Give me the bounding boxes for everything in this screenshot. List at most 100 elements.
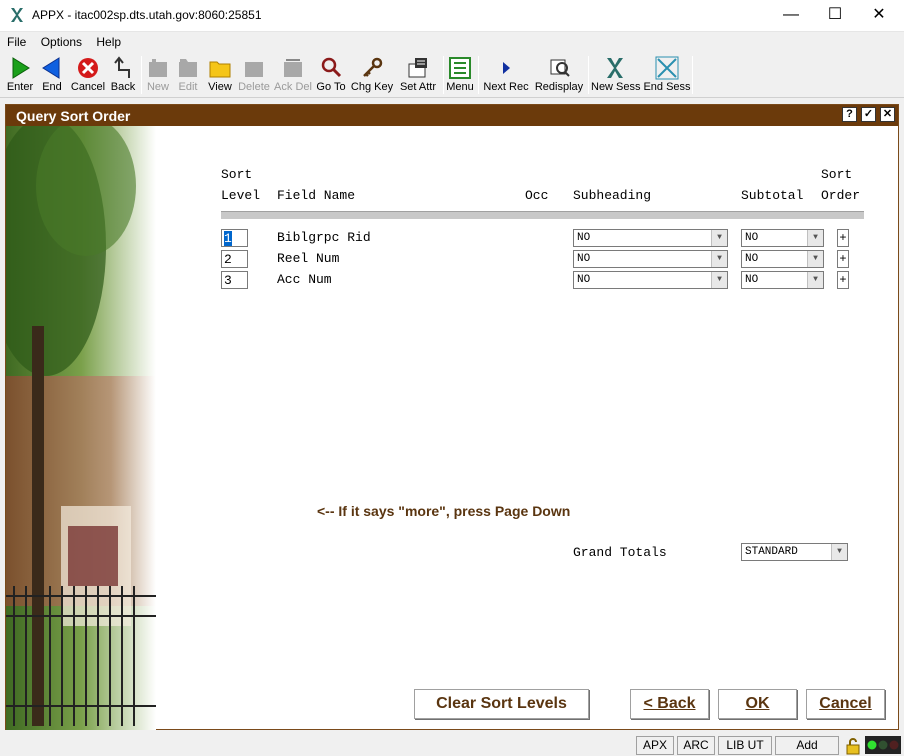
chevron-down-icon[interactable]: ▼: [807, 272, 823, 288]
cancel-dialog-button[interactable]: Cancel: [806, 689, 885, 719]
status-apx: APX: [636, 736, 674, 755]
grand-totals-select[interactable]: STANDARD ▼: [741, 543, 848, 561]
sort-order-input[interactable]: +: [837, 271, 849, 289]
new-sess-label: New Sess: [591, 81, 641, 93]
redisplay-icon: [550, 59, 570, 77]
cancel-dialog-label: Cancel: [819, 695, 872, 712]
folder-icon: [209, 61, 231, 78]
edit-label: Edit: [178, 81, 198, 93]
lock-icon: [846, 738, 860, 755]
grand-totals-label: Grand Totals: [573, 545, 667, 560]
field-name: Acc Num: [277, 272, 332, 287]
ok-label: OK: [745, 695, 770, 712]
end-sess-label: End Sess: [643, 81, 691, 93]
chevron-down-icon[interactable]: ▼: [711, 251, 727, 267]
header-divider: [221, 211, 864, 219]
menu-label: Menu: [446, 81, 474, 93]
menu-options[interactable]: Options: [34, 32, 86, 49]
sort-level-input[interactable]: 1: [221, 229, 248, 247]
ack-del-button[interactable]: Ack Del: [274, 54, 312, 96]
title-bar: APPX - itac002sp.dts.utah.gov:8060:25851…: [0, 0, 904, 32]
edit-button[interactable]: Edit: [174, 54, 202, 96]
help-icon[interactable]: ?: [842, 107, 857, 122]
new-session-icon: [607, 58, 623, 78]
toolbar-separator: [588, 56, 589, 94]
back-button[interactable]: Back: [108, 54, 138, 96]
window-title: APPX - itac002sp.dts.utah.gov:8060:25851: [32, 8, 262, 22]
view-button[interactable]: View: [205, 54, 235, 96]
cancel-icon: [78, 58, 98, 78]
minimize-button[interactable]: —: [768, 0, 814, 30]
go-to-label: Go To: [316, 81, 346, 93]
query-sort-order-panel: Query Sort Order ? ✓ ✕ Sort Level Field …: [5, 104, 899, 730]
subheading-select[interactable]: NO ▼: [573, 271, 728, 289]
status-lib: LIB UT: [718, 736, 772, 755]
set-attr-label: Set Attr: [399, 81, 437, 93]
sort-level-input[interactable]: 3: [221, 271, 248, 289]
col-header-subheading: Subheading: [573, 188, 652, 203]
go-to-button[interactable]: Go To: [314, 54, 348, 96]
green-arrow-right-icon: [12, 57, 30, 79]
chg-key-button[interactable]: Chg Key: [350, 54, 394, 96]
chevron-down-icon[interactable]: ▼: [807, 251, 823, 267]
chevron-down-icon[interactable]: ▼: [831, 544, 847, 560]
appx-logo-icon: [11, 8, 23, 22]
col-header-order: Order: [821, 188, 861, 203]
menu-list-icon: [449, 57, 471, 79]
key-icon: [363, 57, 383, 77]
end-label: End: [42, 81, 62, 93]
magnifier-icon: [321, 57, 342, 78]
menu-file[interactable]: File: [0, 32, 30, 49]
new-button[interactable]: New: [144, 54, 172, 96]
sort-level-value: 1: [224, 231, 232, 246]
sort-level-value: 2: [224, 252, 232, 267]
cancel-button[interactable]: Cancel: [70, 54, 106, 96]
field-name: Biblgrpc Rid: [277, 230, 371, 245]
close-icon[interactable]: ✕: [880, 107, 895, 122]
sidebar-photo: [6, 126, 156, 730]
subheading-select[interactable]: NO ▼: [573, 229, 728, 247]
subheading-value: NO: [577, 253, 591, 265]
clear-sort-levels-button[interactable]: Clear Sort Levels: [414, 689, 589, 719]
chevron-down-icon[interactable]: ▼: [807, 230, 823, 246]
menu-help[interactable]: Help: [89, 32, 125, 49]
subtotal-select[interactable]: NO ▼: [741, 250, 824, 268]
subtotal-select[interactable]: NO ▼: [741, 229, 824, 247]
checkmark-icon[interactable]: ✓: [861, 107, 876, 122]
toolbar-separator: [692, 56, 693, 94]
subtotal-select[interactable]: NO ▼: [741, 271, 824, 289]
maximize-button[interactable]: ☐: [812, 0, 858, 30]
toolbar-separator: [478, 56, 479, 94]
end-session-icon: [655, 56, 679, 80]
chg-key-label: Chg Key: [350, 81, 394, 93]
close-window-button[interactable]: ✕: [856, 0, 902, 30]
back-label: Back: [110, 81, 136, 93]
subheading-select[interactable]: NO ▼: [573, 250, 728, 268]
ok-button[interactable]: OK: [718, 689, 797, 719]
col-header-subtotal: Subtotal: [741, 188, 804, 203]
enter-label: Enter: [6, 81, 34, 93]
tree-building-image: [6, 126, 156, 730]
chevron-down-icon[interactable]: ▼: [711, 272, 727, 288]
grand-totals-value: STANDARD: [745, 546, 798, 558]
new-sess-button[interactable]: New Sess: [591, 54, 641, 96]
end-sess-button[interactable]: End Sess: [643, 54, 691, 96]
panel-header: Query Sort Order ? ✓ ✕: [6, 105, 898, 126]
chevron-down-icon[interactable]: ▼: [711, 230, 727, 246]
menu-button[interactable]: Menu: [445, 54, 475, 96]
sort-order-input[interactable]: +: [837, 229, 849, 247]
ack-del-label: Ack Del: [274, 81, 312, 93]
sort-order-input[interactable]: +: [837, 250, 849, 268]
next-rec-button[interactable]: Next Rec: [482, 54, 530, 96]
end-button[interactable]: End: [38, 54, 66, 96]
subtotal-value: NO: [745, 253, 759, 265]
back-arrow-icon: [114, 56, 130, 78]
redisplay-button[interactable]: Redisplay: [533, 54, 585, 96]
enter-button[interactable]: Enter: [4, 54, 36, 96]
edit-record-icon: [179, 59, 197, 77]
set-attr-button[interactable]: Set Attr: [396, 54, 440, 96]
delete-button[interactable]: Delete: [236, 54, 272, 96]
status-arc: ARC: [677, 736, 715, 755]
back-nav-button[interactable]: < Back: [630, 689, 709, 719]
sort-level-input[interactable]: 2: [221, 250, 248, 268]
